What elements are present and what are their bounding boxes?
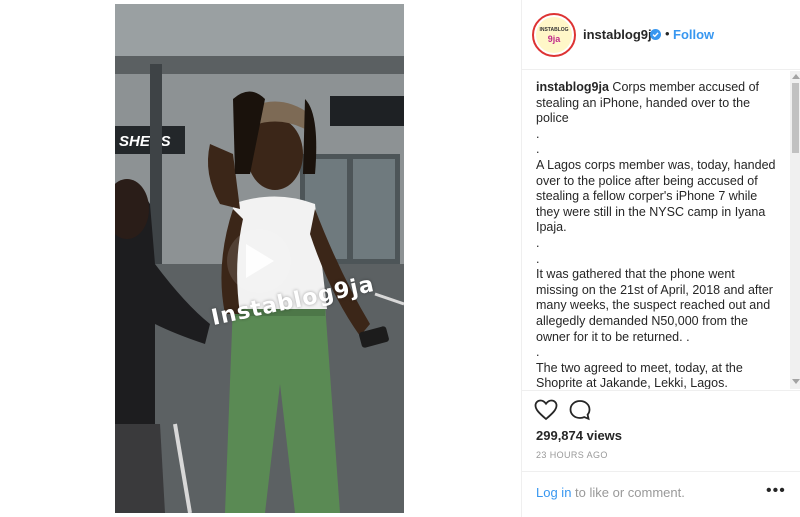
caption: instablog9ja Corps member accused of ste… (536, 80, 776, 389)
caption-username[interactable]: instablog9ja (536, 80, 609, 94)
login-prompt-rest: to like or comment. (571, 485, 685, 500)
post-sidebar: INSTABLOG 9ja instablog9ja • Follow inst… (521, 0, 800, 517)
caption-paragraph-1: A Lagos corps member was, today, handed … (536, 157, 776, 235)
avatar-logo-line2: 9ja (547, 33, 561, 44)
scroll-up-arrow-icon[interactable] (792, 74, 800, 79)
instagram-post-page: SHERS Instablog9ja INSTABLOG 9ja instabl… (0, 0, 800, 517)
store-sign-text: SHERS (119, 133, 171, 150)
username-link[interactable]: instablog9ja (583, 27, 659, 42)
views-count: 299,874 views (536, 428, 623, 443)
heart-icon[interactable] (534, 399, 558, 421)
avatar-logo-line1: INSTABLOG (539, 26, 569, 33)
post-timestamp: 23 HOURS AGO (536, 450, 608, 460)
post-video[interactable]: SHERS Instablog9ja (115, 4, 404, 513)
caption-dot: . (536, 251, 540, 266)
header-separator: • (665, 26, 670, 41)
scroll-down-arrow-icon[interactable] (792, 379, 800, 384)
follow-button[interactable]: Follow (673, 27, 714, 42)
caption-paragraph-3: The two agreed to meet, today, at the Sh… (536, 360, 743, 389)
login-prompt: Log in to like or comment. (536, 485, 685, 500)
verified-badge-icon (650, 29, 661, 40)
post-actions: 299,874 views 23 HOURS AGO Log in to lik… (522, 390, 800, 517)
avatar-logo: INSTABLOG 9ja (536, 17, 572, 53)
caption-dot: . (536, 142, 540, 157)
login-bar: Log in to like or comment. ••• (522, 471, 800, 517)
login-link[interactable]: Log in (536, 485, 571, 500)
more-options-button[interactable]: ••• (766, 482, 786, 500)
caption-scroll-area[interactable]: instablog9ja Corps member accused of ste… (522, 71, 800, 389)
avatar[interactable]: INSTABLOG 9ja (532, 13, 576, 57)
scroll-thumb[interactable] (792, 83, 799, 153)
caption-dot: . (536, 345, 540, 360)
play-button[interactable] (227, 229, 291, 293)
caption-paragraph-2: It was gathered that the phone went miss… (536, 267, 773, 344)
comment-icon[interactable] (568, 399, 592, 421)
caption-title-line: instablog9ja Corps member accused of ste… (536, 80, 776, 127)
caption-dot: . (536, 126, 540, 141)
post-header: INSTABLOG 9ja instablog9ja • Follow (522, 0, 800, 70)
caption-scrollbar[interactable] (790, 71, 800, 389)
play-icon (246, 244, 274, 278)
caption-dot: . (536, 235, 540, 250)
